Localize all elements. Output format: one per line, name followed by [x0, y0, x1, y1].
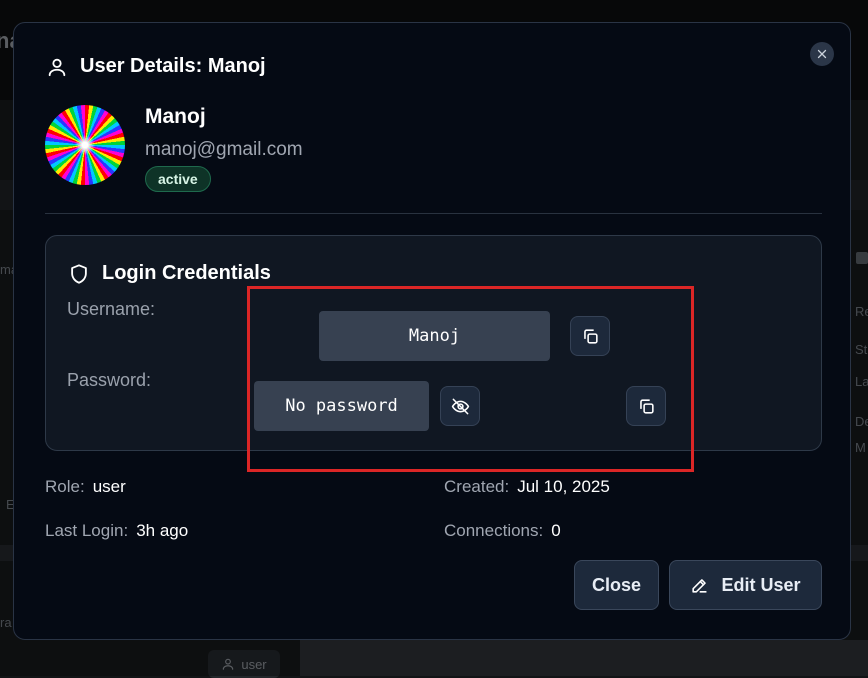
- close-modal-button[interactable]: [810, 42, 834, 66]
- username-label: Username:: [67, 299, 156, 319]
- divider: [45, 213, 822, 214]
- created-value: Jul 10, 2025: [517, 477, 610, 496]
- password-value: No password: [254, 381, 429, 431]
- user-email: manoj@gmail.com: [145, 139, 303, 160]
- credentials-title: Login Credentials: [102, 262, 271, 284]
- password-label: Password:: [67, 370, 152, 390]
- role-label: Role:: [45, 477, 85, 496]
- created-label: Created:: [444, 477, 510, 496]
- copy-icon: [583, 328, 598, 344]
- close-icon: [817, 49, 827, 59]
- role-field: Role: user: [45, 477, 126, 497]
- last-login-value: 3h ago: [136, 521, 189, 540]
- login-credentials-card: Login Credentials Username: Manoj Passwo…: [45, 235, 822, 451]
- avatar: [45, 105, 125, 185]
- credentials-header: Login Credentials: [68, 262, 271, 285]
- role-value: user: [92, 477, 126, 496]
- user-icon: [48, 58, 66, 76]
- created-field: Created: Jul 10, 2025: [444, 477, 610, 497]
- username-value: Manoj: [319, 311, 550, 361]
- pencil-icon: [692, 578, 708, 593]
- close-button-label: Close: [591, 574, 642, 595]
- user-details-modal: User Details: Manoj Manoj manoj@gmail.co…: [13, 22, 851, 640]
- eye-off-icon: [451, 398, 469, 414]
- copy-username-button[interactable]: [570, 316, 610, 356]
- edit-user-label: Edit User: [721, 574, 801, 595]
- edit-user-button[interactable]: Edit User: [669, 560, 822, 610]
- connections-label: Connections:: [444, 521, 544, 540]
- connections-field: Connections: 0: [444, 521, 561, 541]
- last-login-field: Last Login: 3h ago: [45, 521, 188, 541]
- modal-title: User Details: Manoj: [80, 55, 266, 77]
- status-badge: active: [145, 166, 211, 192]
- close-button[interactable]: Close: [574, 560, 659, 610]
- copy-password-button[interactable]: [626, 386, 666, 426]
- shield-icon: [71, 263, 87, 284]
- connections-value: 0: [551, 521, 561, 540]
- user-name: Manoj: [145, 105, 206, 128]
- modal-header: User Details: Manoj: [46, 55, 266, 78]
- copy-icon: [639, 398, 654, 414]
- last-login-label: Last Login:: [45, 521, 129, 540]
- toggle-password-visibility-button[interactable]: [440, 386, 480, 426]
